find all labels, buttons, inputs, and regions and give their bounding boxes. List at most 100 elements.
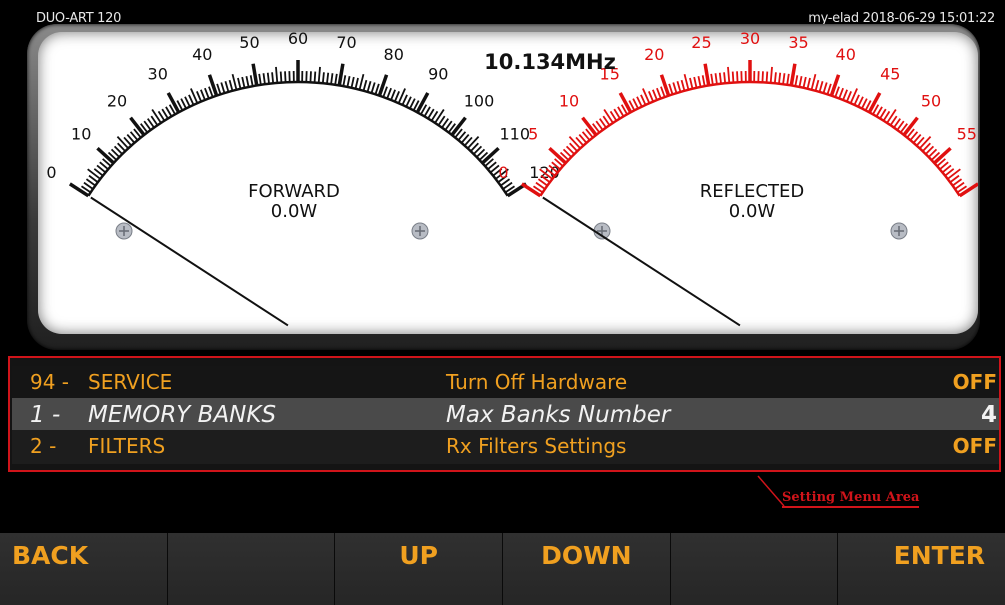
- menu-row-value: 4: [980, 402, 997, 428]
- forward-tick: [382, 86, 388, 98]
- menu-row-service[interactable]: 94 - SERVICE Turn Off Hardware OFF: [12, 366, 999, 400]
- forward-tick: [224, 81, 230, 93]
- reflected-scale-label: 10: [559, 91, 579, 110]
- forward-power-value: 0.0W: [270, 201, 318, 222]
- reflected-tick: [822, 82, 828, 94]
- menu-row-item: SERVICE: [88, 370, 173, 394]
- reflected-tick: [632, 98, 639, 109]
- reflected-tick: [853, 94, 860, 106]
- forward-tick: [330, 73, 334, 85]
- setting-menu-area-annotation: Setting Menu Area: [782, 490, 920, 508]
- reflected-tick: [867, 92, 882, 114]
- back-button-label: BACK: [12, 541, 89, 570]
- forward-tick: [228, 79, 234, 91]
- forward-tick: [366, 81, 372, 93]
- reflected-scale-label: 55: [957, 124, 977, 143]
- reflected-tick: [672, 82, 678, 94]
- menu-row-filters[interactable]: 2 - FILTERS Rx Filters Settings OFF: [12, 430, 999, 464]
- reflected-tick: [668, 83, 674, 95]
- forward-scale-label: 110: [499, 124, 530, 143]
- reflected-tick: [826, 83, 832, 95]
- forward-tick: [196, 91, 202, 102]
- reflected-tick: [919, 136, 932, 150]
- forward-tick: [467, 136, 480, 150]
- forward-tick: [241, 76, 246, 88]
- reflected-scale-label: 30: [740, 32, 760, 48]
- reflected-tick: [680, 79, 686, 91]
- reflected-tick: [636, 96, 643, 108]
- reflected-tick: [786, 73, 790, 85]
- forward-title: FORWARD: [248, 181, 340, 202]
- up-button-label: UP: [399, 541, 438, 570]
- reflected-tick: [814, 79, 820, 91]
- forward-tick: [184, 96, 191, 108]
- forward-tick: [180, 98, 187, 109]
- reflected-tick: [782, 73, 786, 85]
- reflected-tick: [676, 81, 682, 93]
- reflected-tick: [794, 75, 799, 87]
- reflected-tick: [802, 76, 807, 88]
- forward-tick: [370, 82, 376, 94]
- forward-tick: [231, 73, 238, 90]
- soft-key-bar: BACK UP DOWN ENTER: [0, 533, 1005, 605]
- reflected-scale-label: 5: [528, 124, 538, 143]
- menu-row-number: 94 -: [30, 370, 70, 394]
- enter-button-label: ENTER: [893, 541, 986, 570]
- reflected-tick: [618, 92, 633, 114]
- forward-tick: [401, 94, 408, 106]
- forward-tick: [266, 72, 270, 84]
- reflected-tick: [806, 77, 811, 89]
- reflected-tick: [861, 98, 868, 109]
- enter-button[interactable]: ENTER: [838, 533, 1005, 605]
- forward-tick: [166, 92, 181, 114]
- forward-scale-label: 0: [46, 163, 56, 182]
- forward-tick: [350, 76, 355, 88]
- forward-tick: [116, 136, 129, 150]
- back-button[interactable]: BACK: [0, 533, 168, 605]
- forward-tick: [346, 75, 351, 88]
- forward-tick: [262, 73, 266, 85]
- reflected-tick: [798, 75, 803, 88]
- reflected-scale-label: 50: [921, 91, 941, 110]
- swr-power-meter: 0102030405060708090100110120051015202530…: [38, 32, 978, 334]
- reflected-scale-arc: [539, 80, 961, 197]
- reflected-tick: [846, 91, 852, 102]
- menu-row-parameter: Turn Off Hardware: [446, 370, 628, 394]
- forward-tick: [405, 96, 412, 108]
- forward-tick: [216, 83, 222, 95]
- reflected-tick: [701, 75, 706, 87]
- up-button[interactable]: UP: [335, 533, 504, 605]
- menu-row-memory-banks-selected[interactable]: 1 - MEMORY BANKS Max Banks Number 4: [12, 398, 999, 432]
- reflected-tick: [683, 73, 690, 90]
- reflected-title: REFLECTED: [699, 181, 805, 202]
- soft-key-2[interactable]: [167, 533, 336, 605]
- forward-tick: [258, 73, 262, 85]
- forward-tick: [245, 75, 250, 88]
- forward-tick: [358, 73, 365, 90]
- forward-tick: [87, 168, 101, 180]
- menu-row-parameter: Max Banks Number: [446, 402, 671, 428]
- forward-tick: [362, 79, 368, 91]
- reflected-scale-label: 0: [498, 163, 508, 182]
- reflected-tick: [842, 89, 848, 101]
- reflected-tick: [718, 72, 722, 84]
- reflected-tick: [656, 87, 662, 99]
- menu-row-parameter: Rx Filters Settings: [446, 434, 627, 458]
- reflected-tick: [689, 77, 694, 89]
- forward-tick: [326, 72, 330, 84]
- menu-row-value: OFF: [952, 434, 997, 458]
- forward-tick: [415, 92, 430, 114]
- forward-tick: [374, 83, 380, 95]
- forward-tick: [386, 87, 392, 99]
- reflected-tick: [778, 72, 782, 84]
- setting-menu-area: 94 - SERVICE Turn Off Hardware OFF 1 - M…: [8, 356, 1001, 472]
- reflected-tick: [714, 73, 718, 85]
- menu-row-item: MEMORY BANKS: [88, 402, 277, 428]
- soft-key-5[interactable]: [670, 533, 839, 605]
- forward-scale-label: 60: [288, 32, 308, 48]
- forward-scale-label: 100: [464, 91, 495, 110]
- down-button[interactable]: DOWN: [503, 533, 671, 605]
- forward-tick: [354, 77, 359, 89]
- forward-tick: [188, 94, 195, 106]
- forward-tick: [409, 98, 416, 109]
